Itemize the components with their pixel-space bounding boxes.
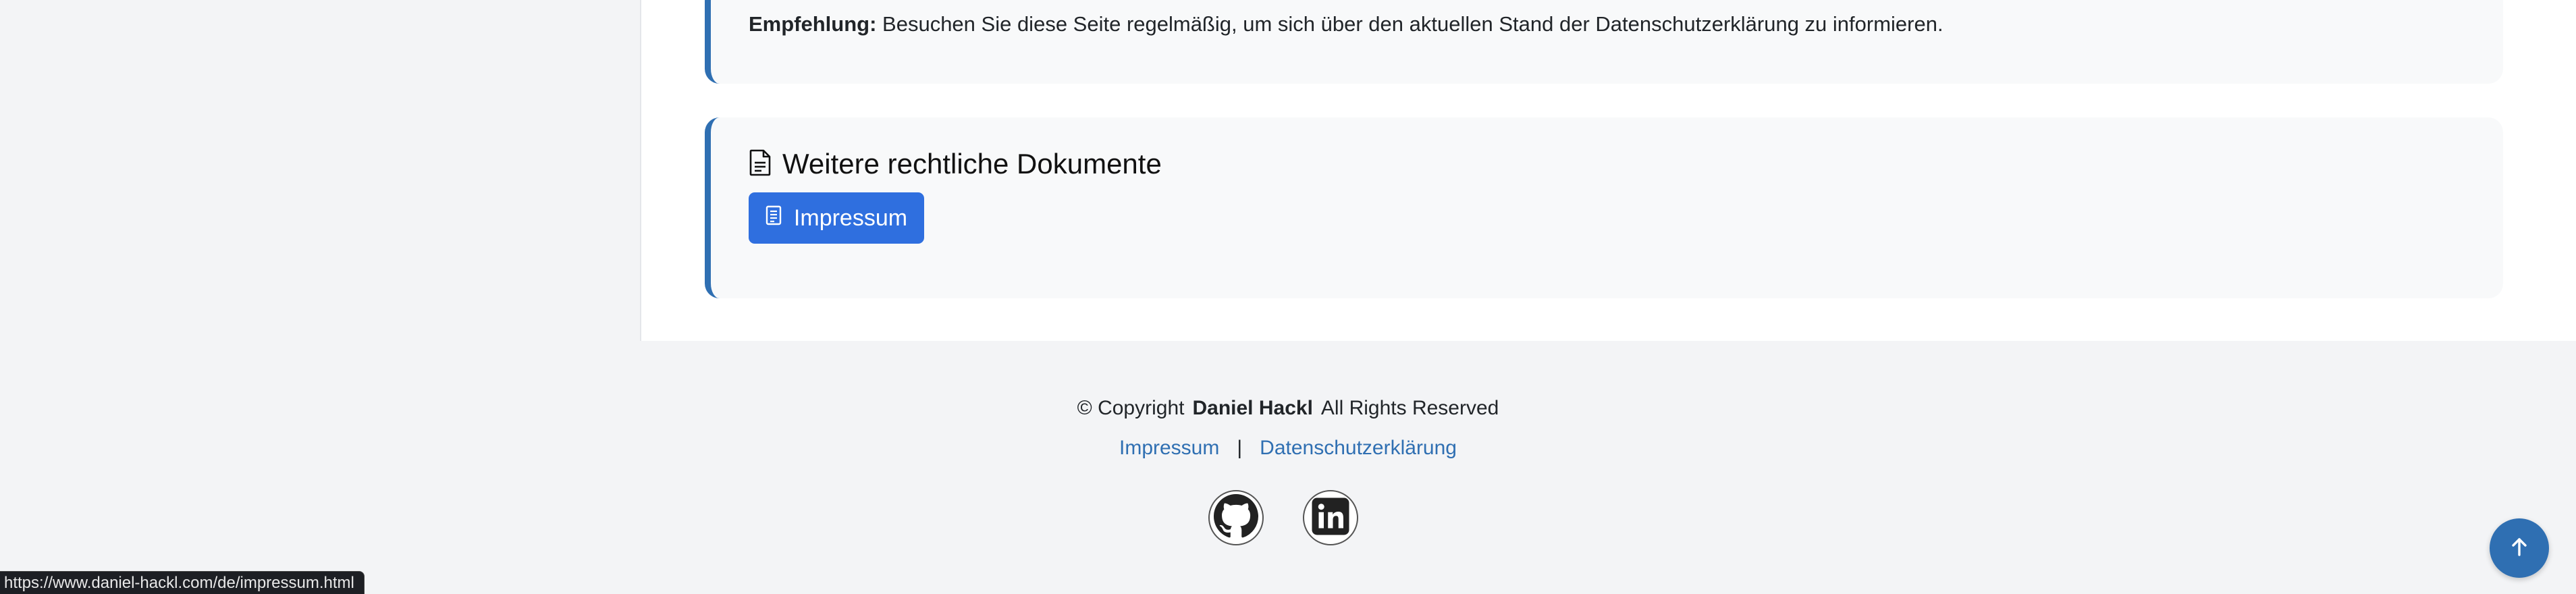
legal-documents-card: Weitere rechtliche Dokumente Impressum [705,117,2503,298]
page: Empfehlung: Besuchen Sie diese Seite reg… [0,0,2576,594]
footer-link-separator: | [1237,437,1243,459]
arrow-up-icon [2509,536,2529,561]
copyright-prefix: © Copyright [1077,397,1185,419]
impressum-button-label: Impressum [793,205,908,231]
linkedin-icon [1310,496,1351,540]
impressum-button[interactable]: Impressum [749,192,924,244]
footer-copyright: © Copyright Daniel Hackl All Rights Reserv… [0,395,2576,422]
legal-documents-heading: Weitere rechtliche Dokumente [749,147,1162,181]
github-link[interactable] [1208,490,1264,545]
status-bar-url: https://www.daniel-hackl.com/de/impressu… [0,571,365,594]
recommendation-text: Empfehlung: Besuchen Sie diese Seite reg… [749,11,1943,38]
footer-link-impressum[interactable]: Impressum [1119,437,1219,459]
copyright-owner: Daniel Hackl [1192,397,1313,419]
footer-link-datenschutz[interactable]: Datenschutzerklärung [1260,437,1457,459]
document-text-icon [766,205,782,232]
recommendation-card: Empfehlung: Besuchen Sie diese Seite reg… [705,0,2503,84]
recommendation-body: Besuchen Sie diese Seite regelmäßig, um … [876,12,1943,36]
linkedin-link[interactable] [1303,490,1358,545]
back-to-top-button[interactable] [2490,518,2549,578]
legal-documents-title: Weitere rechtliche Dokumente [782,148,1162,180]
recommendation-label: Empfehlung: [749,12,877,36]
copyright-rights: All Rights Reserved [1320,397,1499,419]
footer-links: Impressum | Datenschutzerklärung [0,435,2576,462]
document-icon [749,149,772,180]
github-icon [1214,493,1258,542]
